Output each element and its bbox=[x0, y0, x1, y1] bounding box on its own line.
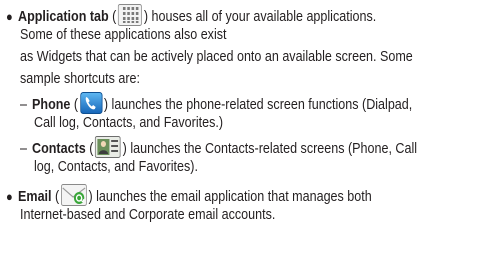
contacts-icon bbox=[95, 136, 121, 158]
application-tab-line-2: Some of these applications also exist bbox=[20, 27, 227, 43]
email-icon bbox=[60, 184, 87, 206]
contacts-line-2: log, Contacts, and Favorites). bbox=[34, 159, 198, 175]
application-tab-line-4: sample shortcuts are: bbox=[20, 71, 140, 87]
contacts-title: Contacts bbox=[32, 141, 86, 157]
bullet-marker: ● bbox=[6, 189, 13, 204]
app-grid-icon bbox=[118, 4, 143, 26]
phone-line-2: Call log, Contacts, and Favorites.) bbox=[34, 115, 224, 131]
email-line-2: Internet-based and Corporate email accou… bbox=[20, 207, 276, 223]
phone-title: Phone bbox=[32, 97, 71, 113]
bullet-marker: ● bbox=[6, 9, 13, 24]
application-tab-line-1: ● Application tab ( ) houses all of your … bbox=[6, 4, 376, 26]
email-line-1: ● Email ( ) launches the email applicatio… bbox=[6, 184, 372, 206]
manual-page: ● Application tab ( ) houses all of your … bbox=[0, 0, 485, 256]
phone-icon bbox=[79, 92, 103, 114]
contacts-line-1: – Contacts ( ) launches the Contacts-rela… bbox=[20, 136, 417, 158]
application-tab-title: Application tab bbox=[18, 9, 109, 25]
email-title: Email bbox=[18, 189, 52, 205]
phone-line-1: – Phone ( ) launches the phone-related sc… bbox=[20, 92, 412, 114]
application-tab-line-3: as Widgets that can be actively placed o… bbox=[20, 49, 413, 65]
